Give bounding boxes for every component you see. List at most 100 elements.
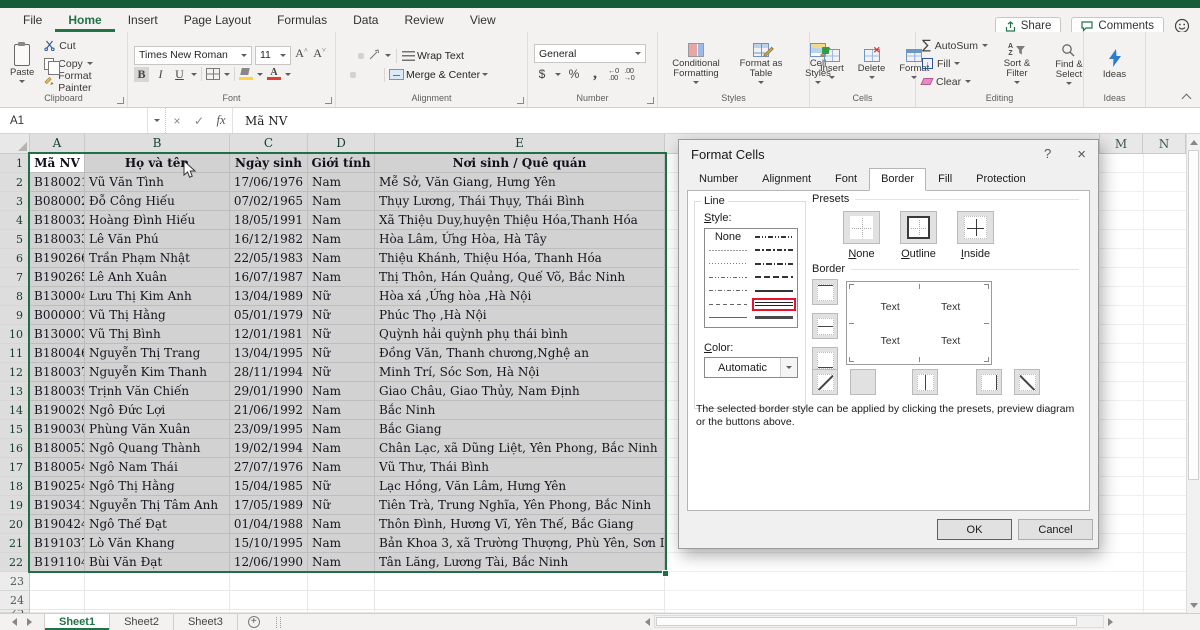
data-cell-r8c3[interactable]: 13/04/1989: [230, 287, 308, 306]
data-cell-r17c3[interactable]: 27/07/1976: [230, 458, 308, 477]
data-cell-r2c2[interactable]: Vũ Văn Tình: [85, 173, 230, 192]
row-number-14[interactable]: 14: [0, 401, 30, 420]
left-border-button[interactable]: [850, 369, 876, 395]
row-number-21[interactable]: 21: [0, 534, 30, 553]
data-cell-r14c5[interactable]: Bắc Ninh: [375, 401, 665, 420]
ok-button[interactable]: OK: [937, 519, 1012, 540]
next-sheet-arrow[interactable]: [27, 618, 32, 626]
data-cell-r24c4[interactable]: [308, 591, 375, 610]
header-cell-r1c4[interactable]: Giới tính: [308, 154, 375, 173]
increase-decimal-button[interactable]: ←0.00: [608, 67, 619, 82]
preset-inside-button[interactable]: Inside: [957, 211, 994, 260]
font-family-select[interactable]: Times New Roman: [134, 45, 252, 65]
orientation-dropdown-arrow[interactable]: [385, 54, 391, 57]
data-cell-r9c4[interactable]: Nữ: [308, 306, 375, 325]
data-cell-r3c2[interactable]: Đỗ Công Hiếu: [85, 192, 230, 211]
merge-center-dropdown-arrow[interactable]: [482, 73, 489, 76]
paste-button[interactable]: Paste: [6, 42, 38, 85]
dialog-tab-number[interactable]: Number: [687, 168, 750, 191]
diagonal-up-border-button[interactable]: [812, 369, 838, 395]
right-border-button[interactable]: [976, 369, 1002, 395]
data-cell-r17c5[interactable]: Vũ Thư, Thái Bình: [375, 458, 665, 477]
data-cell-r3c4[interactable]: Nam: [308, 192, 375, 211]
font-dialog-launcher[interactable]: [325, 97, 332, 104]
wrap-text-button[interactable]: Wrap Text: [417, 50, 464, 62]
data-cell-r20c2[interactable]: Ngô Thế Đạt: [85, 515, 230, 534]
font-color-icon[interactable]: A: [267, 68, 281, 80]
percent-format-button[interactable]: %: [566, 67, 582, 81]
row-number-5[interactable]: 5: [0, 230, 30, 249]
format-painter-button[interactable]: Format Painter: [44, 70, 121, 94]
grow-font-button[interactable]: A˄: [294, 46, 309, 65]
data-cell-r21c4[interactable]: Nam: [308, 534, 375, 553]
row-number-22[interactable]: 22: [0, 553, 30, 572]
row-number-6[interactable]: 6: [0, 249, 30, 268]
header-cell-r1c2[interactable]: Họ và tên: [85, 154, 230, 173]
data-cell-r20c3[interactable]: 01/04/1988: [230, 515, 308, 534]
data-cell-r22c4[interactable]: Nam: [308, 553, 375, 572]
vertical-scroll-thumb[interactable]: [1188, 150, 1199, 480]
prev-sheet-arrow[interactable]: [12, 618, 17, 626]
data-cell-r22c1[interactable]: B191104: [30, 553, 85, 572]
data-cell-r15c3[interactable]: 23/09/1995: [230, 420, 308, 439]
data-cell-r2c3[interactable]: 17/06/1976: [230, 173, 308, 192]
data-cell-r21c5[interactable]: Bản Khoa 3, xã Trường Thượng, Phù Yên, S…: [375, 534, 665, 553]
name-box[interactable]: A1: [0, 108, 148, 133]
ideas-button[interactable]: Ideas: [1099, 46, 1130, 82]
data-cell-r6c2[interactable]: Trần Phạm Nhật: [85, 249, 230, 268]
select-all-corner[interactable]: [0, 134, 30, 154]
data-cell-r12c5[interactable]: Minh Trí, Sóc Sơn, Hà Nội: [375, 363, 665, 382]
line-style-dotted[interactable]: [706, 257, 750, 271]
italic-button[interactable]: I: [153, 67, 168, 82]
line-style-hair[interactable]: [706, 244, 750, 258]
align-center-button[interactable]: [350, 71, 356, 78]
data-cell-r20c1[interactable]: B190424: [30, 515, 85, 534]
preset-none-button[interactable]: None: [843, 211, 880, 260]
row-number-8[interactable]: 8: [0, 287, 30, 306]
data-cell-r24c2[interactable]: [85, 591, 230, 610]
data-cell-r19c4[interactable]: Nữ: [308, 496, 375, 515]
underline-dropdown-arrow[interactable]: [191, 72, 197, 76]
borders-dropdown-arrow[interactable]: [224, 72, 230, 76]
data-cell-r19c3[interactable]: 17/05/1989: [230, 496, 308, 515]
data-cell-r14c2[interactable]: Ngô Đức Lợi: [85, 401, 230, 420]
decrease-decimal-button[interactable]: .00 →0: [624, 67, 635, 82]
number-dialog-launcher[interactable]: [647, 97, 654, 104]
data-cell-r14c4[interactable]: Nam: [308, 401, 375, 420]
cancel-button[interactable]: Cancel: [1018, 519, 1093, 540]
orientation-button[interactable]: [366, 46, 383, 66]
data-cell-r8c1[interactable]: B130004: [30, 287, 85, 306]
data-cell-r5c5[interactable]: Hòa Lâm, Ứng Hòa, Hà Tây: [375, 230, 665, 249]
border-style-listbox[interactable]: None: [704, 228, 798, 328]
data-cell-r13c2[interactable]: Trịnh Văn Chiến: [85, 382, 230, 401]
line-style-medium-dash-dot-alt[interactable]: [752, 244, 796, 258]
data-cell-r24c5[interactable]: [375, 591, 665, 610]
data-cell-r11c5[interactable]: Đồng Văn, Thanh chương,Nghệ an: [375, 344, 665, 363]
dialog-tab-font[interactable]: Font: [823, 168, 869, 191]
align-top-button[interactable]: [342, 53, 348, 59]
formula-input[interactable]: Mã NV: [232, 108, 1200, 133]
line-style-dash-dot-dot[interactable]: [706, 271, 750, 285]
collapse-ribbon-chevron-icon[interactable]: [1181, 93, 1192, 104]
data-cell-r6c5[interactable]: Thiệu Khánh, Thiệu Hóa, Thanh Hóa: [375, 249, 665, 268]
fill-color-dropdown-arrow[interactable]: [257, 72, 263, 76]
row-number-1[interactable]: 1: [0, 154, 30, 173]
new-sheet-button[interactable]: +: [238, 614, 270, 630]
line-style-medium-dashed[interactable]: [752, 271, 796, 285]
column-header-B[interactable]: B: [85, 134, 230, 154]
data-cell-r23c1[interactable]: [30, 572, 85, 591]
clipboard-dialog-launcher[interactable]: [117, 97, 124, 104]
data-cell-r6c1[interactable]: B190266: [30, 249, 85, 268]
scroll-right-arrow[interactable]: [1108, 617, 1113, 626]
data-cell-r20c4[interactable]: Nam: [308, 515, 375, 534]
ribbon-tab-home[interactable]: Home: [55, 8, 114, 32]
dialog-tab-border[interactable]: Border: [869, 168, 927, 191]
data-cell-r8c2[interactable]: Lưu Thị Kim Anh: [85, 287, 230, 306]
sheet-tab-sheet2[interactable]: Sheet2: [110, 614, 174, 630]
ribbon-tab-data[interactable]: Data: [340, 8, 391, 32]
alignment-dialog-launcher[interactable]: [517, 97, 524, 104]
scroll-up-arrow[interactable]: [1188, 135, 1200, 149]
ribbon-tab-insert[interactable]: Insert: [115, 8, 171, 32]
data-cell-r23c3[interactable]: [230, 572, 308, 591]
data-cell-r4c5[interactable]: Xã Thiệu Duy,huyện Thiệu Hóa,Thanh Hóa: [375, 211, 665, 230]
